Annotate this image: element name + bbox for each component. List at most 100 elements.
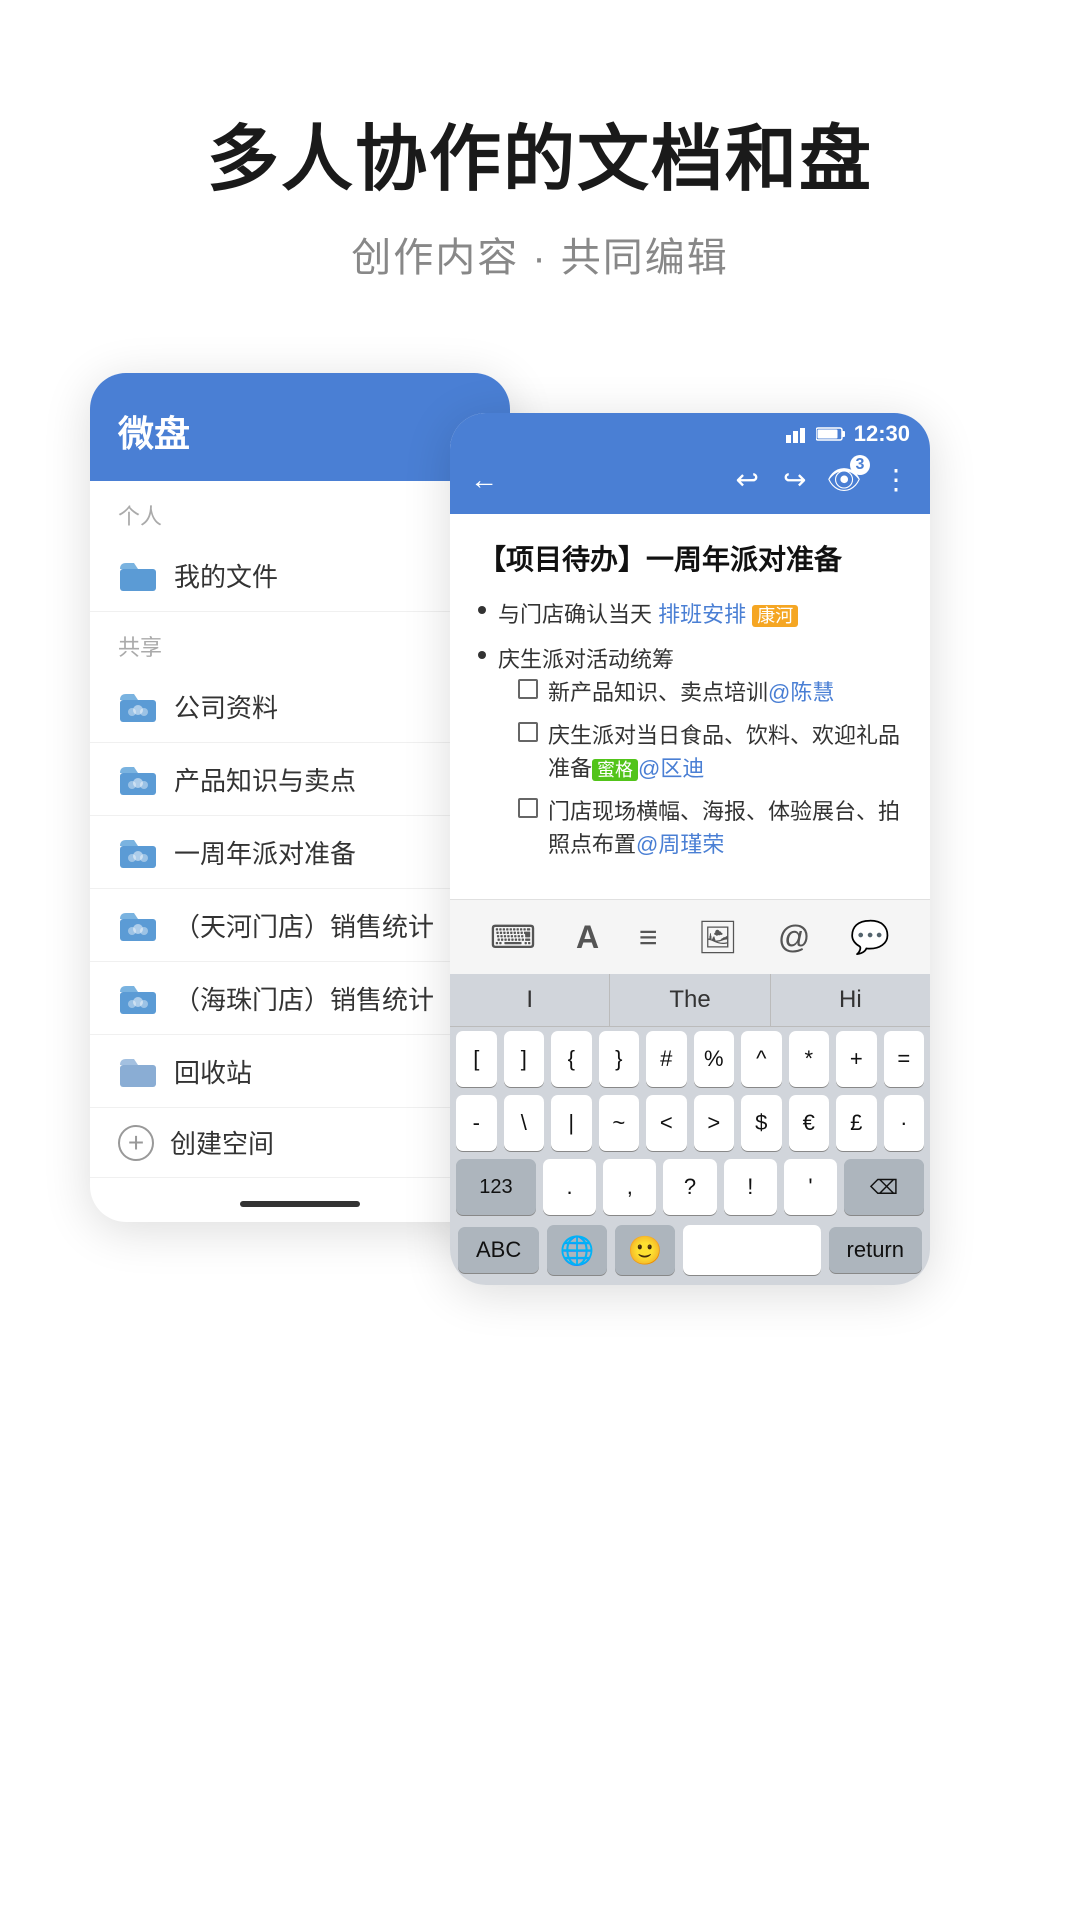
- phones-container: 微盘 个人 我的文件 共享 公司资料: [90, 373, 990, 1285]
- sidebar-item-tianhe[interactable]: （天河门店）销售统计: [90, 889, 510, 962]
- sidebar-item-products[interactable]: 产品知识与卖点: [90, 743, 510, 816]
- key-plus[interactable]: +: [836, 1031, 877, 1087]
- status-time: 12:30: [854, 421, 910, 447]
- text-format-btn[interactable]: A: [566, 915, 609, 960]
- key-question[interactable]: ?: [663, 1159, 716, 1215]
- checkbox-2[interactable]: [518, 722, 538, 742]
- folder-shared-icon-3: [118, 832, 158, 872]
- checkbox-item-3: 门店现场横幅、海报、体验展台、拍照点布置@周瑾荣: [518, 795, 902, 861]
- battery-icon: [816, 426, 846, 442]
- keyboard-bottom-row: ABC 🌐 🙂 return: [450, 1219, 930, 1285]
- doc-bullet-1: 与门店确认当天 排班安排 康河: [478, 598, 902, 631]
- folder-trash-icon: [118, 1051, 158, 1091]
- key-emoji[interactable]: 🙂: [615, 1225, 675, 1275]
- bullet-text-1: 与门店确认当天 排班安排 康河: [498, 598, 798, 631]
- left-phone-header: 微盘: [90, 373, 510, 481]
- key-backslash[interactable]: \: [504, 1095, 545, 1151]
- checkbox-item-1: 新产品知识、卖点培训@陈慧: [518, 676, 902, 709]
- key-dollar[interactable]: $: [741, 1095, 782, 1151]
- key-minus[interactable]: -: [456, 1095, 497, 1151]
- suggestion-the[interactable]: The: [610, 974, 770, 1026]
- checkbox-list: 新产品知识、卖点培训@陈慧 庆生派对当日食品、饮料、欢迎礼品准备蜜格@区迪 门店…: [518, 676, 902, 861]
- status-bar: 12:30: [450, 413, 930, 451]
- image-format-btn[interactable]: 🖼: [687, 914, 748, 960]
- section-label-personal: 个人: [90, 481, 510, 539]
- sidebar-item-label: （天河门店）销售统计: [174, 907, 434, 944]
- key-rbracket[interactable]: ]: [504, 1031, 545, 1087]
- key-pipe[interactable]: |: [551, 1095, 592, 1151]
- key-euro[interactable]: €: [789, 1095, 830, 1151]
- back-button[interactable]: ←: [466, 460, 502, 500]
- key-123[interactable]: 123: [456, 1159, 536, 1215]
- folder-shared-icon-2: [118, 759, 158, 799]
- doc-toolbar: ← ↩ ↪ 👁 3 ⋮: [450, 451, 930, 514]
- key-tilde[interactable]: ~: [599, 1095, 640, 1151]
- checkbox-3[interactable]: [518, 798, 538, 818]
- key-asterisk[interactable]: *: [789, 1031, 830, 1087]
- keyboard-format-btn[interactable]: ⌨: [480, 914, 546, 960]
- more-button[interactable]: ⋮: [878, 459, 914, 500]
- keyboard: I The Hi [ ] { } # % ^ * + = - \ |: [450, 974, 930, 1285]
- list-format-btn[interactable]: ≡: [629, 915, 668, 960]
- left-phone: 微盘 个人 我的文件 共享 公司资料: [90, 373, 510, 1222]
- doc-content: 【项目待办】一周年派对准备 与门店确认当天 排班安排 康河 庆生派对活动统筹: [450, 514, 930, 899]
- folder-shared-icon-4: [118, 905, 158, 945]
- sidebar-item-create[interactable]: + 创建空间: [90, 1108, 510, 1178]
- user-badge-kanghe: 康河: [752, 605, 798, 627]
- at-qudi: @区迪: [638, 756, 704, 781]
- sidebar-item-label: 产品知识与卖点: [174, 761, 356, 798]
- right-phone: 12:30 ← ↩ ↪ 👁 3 ⋮ 【项目待办】一周年派对准备 与门店确认当天 …: [450, 413, 930, 1285]
- sidebar-item-company[interactable]: 公司资料: [90, 670, 510, 743]
- checkbox-item-2: 庆生派对当日食品、饮料、欢迎礼品准备蜜格@区迪: [518, 719, 902, 785]
- key-lbracket[interactable]: [: [456, 1031, 497, 1087]
- sidebar-item-myfiles[interactable]: 我的文件: [90, 539, 510, 612]
- key-period[interactable]: .: [543, 1159, 596, 1215]
- suggestion-hi[interactable]: Hi: [771, 974, 930, 1026]
- key-caret[interactable]: ^: [741, 1031, 782, 1087]
- key-pound[interactable]: £: [836, 1095, 877, 1151]
- key-lt[interactable]: <: [646, 1095, 687, 1151]
- key-rcurly[interactable]: }: [599, 1031, 640, 1087]
- suggestion-i[interactable]: I: [450, 974, 610, 1026]
- checkbox-1[interactable]: [518, 679, 538, 699]
- hero-subtitle: 创作内容 · 共同编辑: [207, 225, 873, 283]
- sidebar-item-label: 公司资料: [174, 688, 278, 725]
- folder-shared-icon-1: [118, 686, 158, 726]
- viewers-button[interactable]: 👁 3: [826, 463, 862, 496]
- key-middot[interactable]: ·: [884, 1095, 925, 1151]
- sidebar-item-label: 回收站: [174, 1053, 252, 1090]
- home-bar: [240, 1201, 360, 1207]
- redo-button[interactable]: ↪: [779, 459, 810, 500]
- signal-icon: [786, 425, 810, 443]
- key-gt[interactable]: >: [694, 1095, 735, 1151]
- plus-icon: +: [118, 1125, 154, 1161]
- sidebar-item-haizhu[interactable]: （海珠门店）销售统计: [90, 962, 510, 1035]
- key-comma[interactable]: ,: [603, 1159, 656, 1215]
- key-exclaim[interactable]: !: [724, 1159, 777, 1215]
- folder-shared-icon-5: [118, 978, 158, 1018]
- key-apostrophe[interactable]: ': [784, 1159, 837, 1215]
- key-lcurly[interactable]: {: [551, 1031, 592, 1087]
- hero-title: 多人协作的文档和盘: [207, 100, 873, 205]
- key-return[interactable]: return: [829, 1227, 922, 1273]
- key-equals[interactable]: =: [884, 1031, 925, 1087]
- sidebar-item-anniversary[interactable]: 一周年派对准备: [90, 816, 510, 889]
- key-space[interactable]: [683, 1225, 820, 1275]
- sidebar-item-trash[interactable]: 回收站: [90, 1035, 510, 1108]
- key-delete[interactable]: ⌫: [844, 1159, 924, 1215]
- doc-title: 【项目待办】一周年派对准备: [478, 538, 902, 578]
- key-globe[interactable]: 🌐: [547, 1225, 607, 1275]
- keyboard-row-2: - \ | ~ < > $ € £ ·: [450, 1091, 930, 1155]
- key-percent[interactable]: %: [694, 1031, 735, 1087]
- home-indicator: [90, 1186, 510, 1222]
- at-format-btn[interactable]: @: [768, 915, 820, 960]
- share-format-btn[interactable]: 💬: [840, 914, 900, 960]
- at-zhoujinrong: @周瑾荣: [636, 832, 724, 857]
- doc-bullet-2: 庆生派对活动统筹 新产品知识、卖点培训@陈慧 庆生派对当日食品、饮料、欢迎礼品准…: [478, 643, 902, 871]
- key-abc[interactable]: ABC: [458, 1227, 539, 1273]
- undo-button[interactable]: ↩: [732, 459, 763, 500]
- keyboard-row-1: [ ] { } # % ^ * + =: [450, 1027, 930, 1091]
- key-hash[interactable]: #: [646, 1031, 687, 1087]
- section-label-shared: 共享: [90, 612, 510, 670]
- hero-section: 多人协作的文档和盘 创作内容 · 共同编辑: [207, 100, 873, 283]
